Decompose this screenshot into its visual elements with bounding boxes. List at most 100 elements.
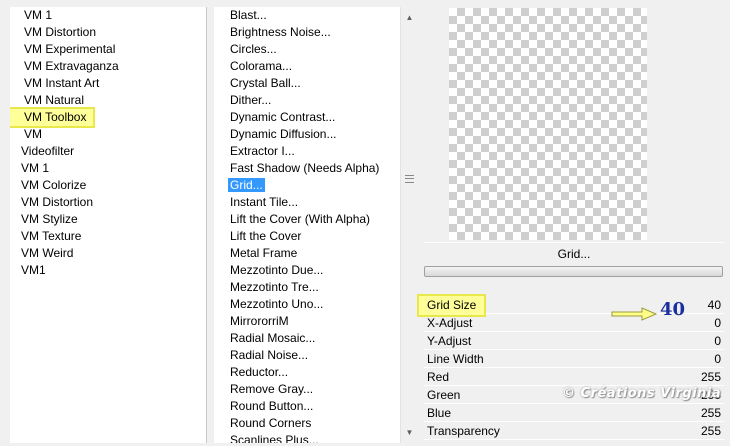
- category-item[interactable]: Videofilter: [10, 143, 206, 160]
- filter-item-label: Extractor I...: [230, 144, 295, 158]
- category-item[interactable]: VM: [10, 126, 206, 143]
- filter-item-label: Circles...: [230, 42, 277, 56]
- filter-item[interactable]: Blast...: [214, 7, 400, 24]
- filter-item[interactable]: Lift the Cover (With Alpha): [214, 211, 400, 228]
- category-item[interactable]: VM Experimental: [10, 41, 206, 58]
- filter-item[interactable]: Lift the Cover: [214, 228, 400, 245]
- category-item-label: VM Toolbox: [10, 107, 96, 128]
- filter-item[interactable]: Colorama...: [214, 58, 400, 75]
- category-item-label: VM Weird: [21, 246, 74, 260]
- filter-item[interactable]: Mezzotinto Due...: [214, 262, 400, 279]
- filter-item[interactable]: Mezzotinto Tre...: [214, 279, 400, 296]
- filter-item[interactable]: Instant Tile...: [214, 194, 400, 211]
- filter-item[interactable]: MirrororriM: [214, 313, 400, 330]
- scroll-thumb-grip-icon[interactable]: [405, 175, 414, 183]
- filter-list-scrollbar[interactable]: ▲ ▼: [400, 7, 417, 443]
- category-item[interactable]: VM Natural: [10, 92, 206, 109]
- filter-item-label: Metal Frame: [230, 246, 298, 260]
- parameter-name: Red: [427, 370, 450, 384]
- category-item-label: VM Distortion: [24, 25, 97, 39]
- parameter-name: X-Adjust: [427, 316, 473, 330]
- category-item[interactable]: VM Extravaganza: [10, 58, 206, 75]
- filter-item-label: Round Button...: [230, 399, 314, 413]
- filter-item-label: Lift the Cover (With Alpha): [230, 212, 371, 226]
- filter-item-label: Mezzotinto Tre...: [230, 280, 319, 294]
- filter-item-label: Mezzotinto Uno...: [230, 297, 324, 311]
- category-item-label: VM 1: [21, 161, 50, 175]
- parameter-value[interactable]: 0: [714, 350, 721, 368]
- filter-item[interactable]: Fast Shadow (Needs Alpha): [214, 160, 400, 177]
- category-item-label: VM Natural: [24, 93, 85, 107]
- filter-item[interactable]: Circles...: [214, 41, 400, 58]
- filter-item[interactable]: Scanlines Plus...: [214, 432, 400, 443]
- filter-item-label: Grid...: [228, 178, 265, 192]
- category-item[interactable]: VM Stylize: [10, 211, 206, 228]
- parameter-value[interactable]: 255: [701, 368, 721, 386]
- preview-panel: Grid... Grid Size 40 X-Adjust 0 Y-Adjust 0 Lin…: [416, 0, 730, 446]
- category-item[interactable]: VM Weird: [10, 245, 206, 262]
- category-item-label: VM1: [21, 263, 46, 277]
- category-item[interactable]: VM 1: [10, 7, 206, 24]
- parameter-value[interactable]: 0: [714, 332, 721, 350]
- category-item[interactable]: VM Distortion: [10, 194, 206, 211]
- filter-item[interactable]: Reductor...: [214, 364, 400, 381]
- parameter-name: Grid Size: [416, 294, 487, 317]
- category-item-label: VM Instant Art: [24, 76, 100, 90]
- filter-item[interactable]: Dynamic Diffusion...: [214, 126, 400, 143]
- parameter-row[interactable]: Red 255: [424, 368, 724, 386]
- filter-item[interactable]: Dither...: [214, 92, 400, 109]
- category-item[interactable]: VM Distortion: [10, 24, 206, 41]
- filter-item-label: Fast Shadow (Needs Alpha): [230, 161, 380, 175]
- category-item-label: VM Extravaganza: [24, 59, 119, 73]
- filter-item[interactable]: Crystal Ball...: [214, 75, 400, 92]
- category-item-label: Videofilter: [21, 144, 75, 158]
- category-item-label: VM Stylize: [21, 212, 78, 226]
- filter-item[interactable]: Round Corners: [214, 415, 400, 432]
- filter-item[interactable]: Grid...: [214, 177, 400, 194]
- parameter-name: Y-Adjust: [427, 334, 472, 348]
- preview-filter-name: Grid...: [424, 242, 724, 264]
- parameter-value[interactable]: 0: [714, 314, 721, 332]
- filter-item[interactable]: Metal Frame: [214, 245, 400, 262]
- filter-item[interactable]: Extractor I...: [214, 143, 400, 160]
- annotation-value-label: 40: [660, 299, 686, 320]
- parameter-value[interactable]: 255: [701, 404, 721, 422]
- filter-item[interactable]: Mezzotinto Uno...: [214, 296, 400, 313]
- filter-item-label: Instant Tile...: [230, 195, 299, 209]
- filter-category-list[interactable]: VM 1 VM Distortion VM Experimental VM Extra…: [10, 7, 207, 443]
- category-item[interactable]: VM Instant Art: [10, 75, 206, 92]
- parameter-name: Transparency: [427, 424, 500, 438]
- filter-item-label: Round Corners: [230, 416, 312, 430]
- category-item[interactable]: VM1: [10, 262, 206, 279]
- parameter-row[interactable]: Line Width 0: [424, 350, 724, 368]
- category-item[interactable]: VM Texture: [10, 228, 206, 245]
- filter-item[interactable]: Radial Noise...: [214, 347, 400, 364]
- scroll-down-arrow-icon[interactable]: ▼: [403, 426, 416, 439]
- parameter-name: Blue: [427, 406, 452, 420]
- filter-item[interactable]: Remove Gray...: [214, 381, 400, 398]
- filter-item-label: Radial Mosaic...: [230, 331, 316, 345]
- filter-item-label: Mezzotinto Due...: [230, 263, 324, 277]
- filter-item-label: Crystal Ball...: [230, 76, 301, 90]
- scroll-up-arrow-icon[interactable]: ▲: [403, 11, 416, 24]
- filter-item[interactable]: Brightness Noise...: [214, 24, 400, 41]
- category-item-label: VM Colorize: [21, 178, 87, 192]
- filter-item-label: Lift the Cover: [230, 229, 302, 243]
- category-item[interactable]: VM Colorize: [10, 177, 206, 194]
- filter-item[interactable]: Radial Mosaic...: [214, 330, 400, 347]
- category-item-label: VM: [24, 127, 42, 141]
- category-item-label: VM Texture: [21, 229, 82, 243]
- parameter-row[interactable]: Blue 255: [424, 404, 724, 422]
- watermark-text: © Créations Virginia: [562, 386, 722, 401]
- category-item-label: VM Distortion: [21, 195, 94, 209]
- parameter-row[interactable]: Transparency 255: [424, 422, 724, 440]
- filter-list[interactable]: Blast... Brightness Noise... Circles... Col…: [214, 7, 400, 443]
- parameter-value[interactable]: 40: [708, 296, 721, 314]
- parameter-row[interactable]: Y-Adjust 0: [424, 332, 724, 350]
- category-item[interactable]: VM 1: [10, 160, 206, 177]
- parameter-value[interactable]: 255: [701, 422, 721, 440]
- filter-item[interactable]: Dynamic Contrast...: [214, 109, 400, 126]
- filter-item[interactable]: Round Button...: [214, 398, 400, 415]
- category-item[interactable]: VM Toolbox: [10, 107, 206, 128]
- progress-bar: [424, 266, 723, 277]
